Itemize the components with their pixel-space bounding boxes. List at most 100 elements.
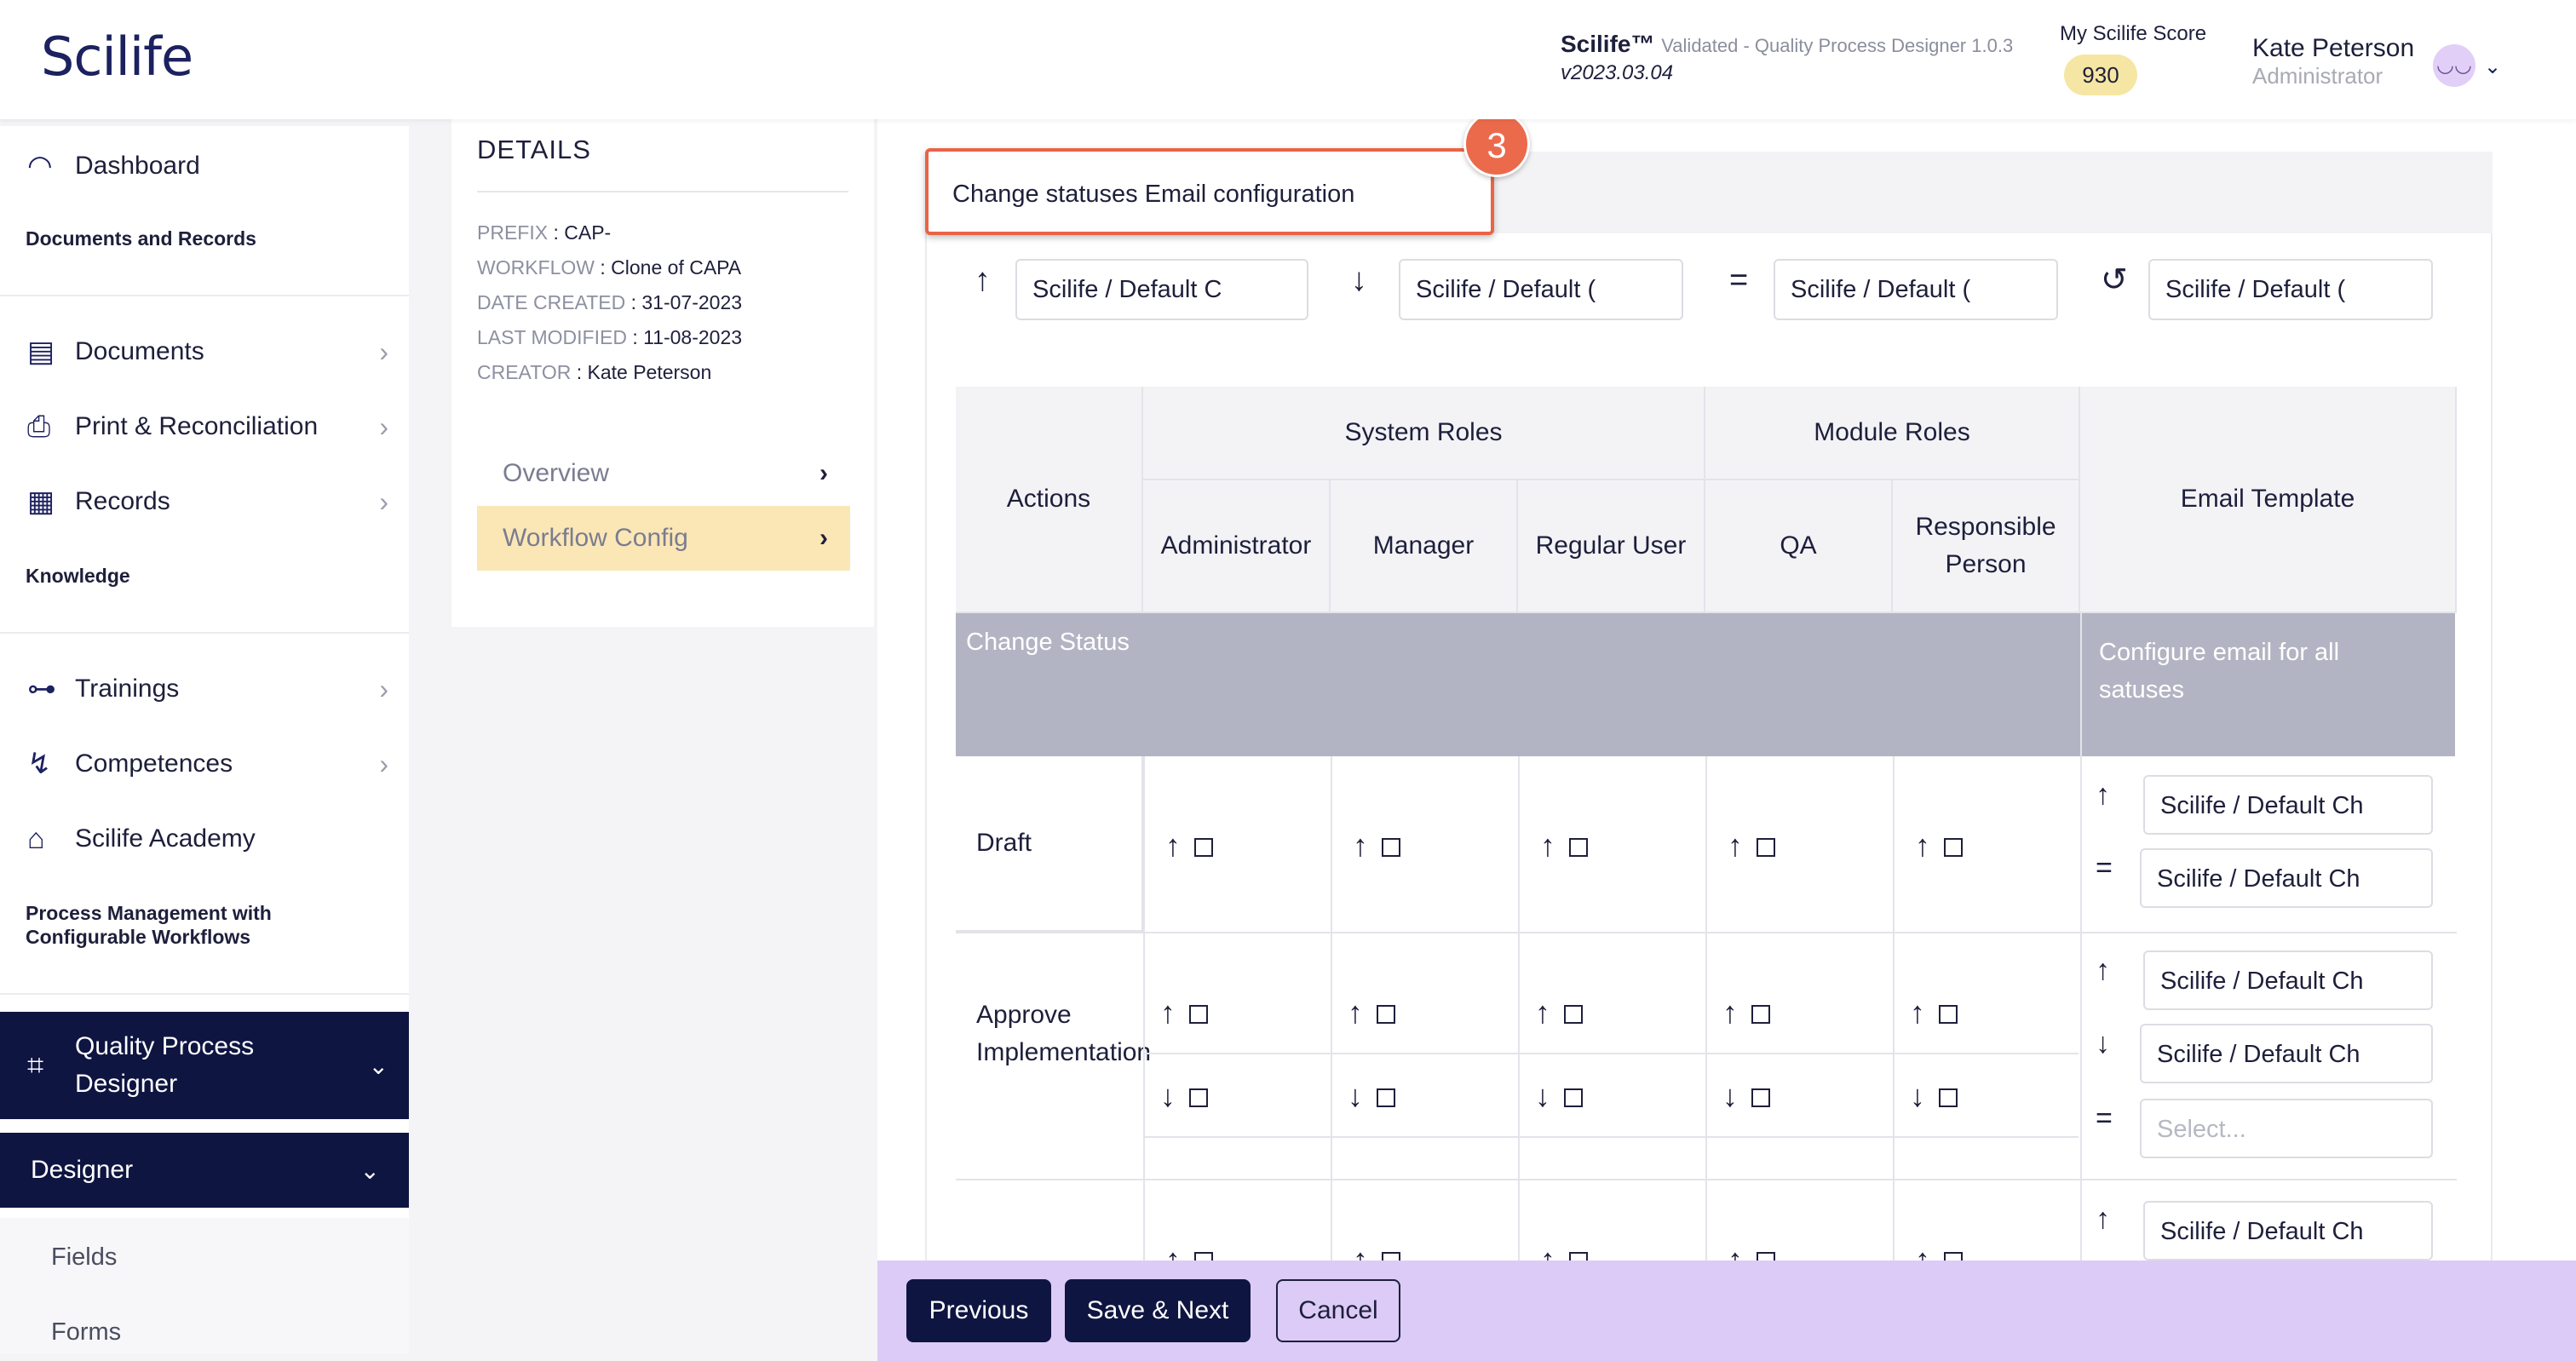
sidebar-item-trainings[interactable]: ⊶ Trainings › bbox=[0, 659, 409, 719]
sidebar-item-designer[interactable]: Designer ⌄ bbox=[0, 1133, 409, 1208]
row-template-select-up[interactable]: Scilife / Default Ch bbox=[2143, 775, 2433, 835]
chevron-right-icon: › bbox=[379, 411, 388, 442]
score-badge: 930 bbox=[2064, 55, 2137, 95]
arrow-up-icon: ↑ bbox=[1348, 995, 1363, 1030]
sidebar-item-label: Competences bbox=[75, 749, 233, 778]
save-next-button[interactable]: Save & Next bbox=[1065, 1279, 1251, 1342]
checkbox[interactable] bbox=[1751, 1005, 1770, 1025]
checkbox[interactable] bbox=[1564, 1088, 1583, 1108]
sidebar-subitem-forms[interactable]: Forms bbox=[51, 1318, 121, 1347]
checkbox[interactable] bbox=[1564, 1005, 1583, 1025]
permission-administrator[interactable]: ↑ bbox=[1165, 828, 1213, 864]
sidebar-item-competences[interactable]: ↯ Competences › bbox=[0, 734, 409, 794]
permission-qa[interactable]: ↑ bbox=[1728, 828, 1775, 864]
previous-button[interactable]: Previous bbox=[906, 1279, 1051, 1342]
permission-manager-up[interactable]: ↑ bbox=[1348, 995, 1395, 1031]
checkbox[interactable] bbox=[1189, 1088, 1208, 1108]
cancel-button[interactable]: Cancel bbox=[1276, 1279, 1400, 1342]
records-icon: ▦ bbox=[27, 485, 55, 518]
meta-value: : 11-08-2023 bbox=[632, 326, 743, 348]
permission-regular-user-up[interactable]: ↑ bbox=[1535, 995, 1583, 1031]
checkbox[interactable] bbox=[1757, 838, 1775, 858]
sidebar-item-records[interactable]: ▦ Records › bbox=[0, 472, 409, 531]
arrow-down-icon: ↓ bbox=[1910, 1078, 1925, 1113]
permission-manager[interactable]: ↑ bbox=[1353, 828, 1400, 864]
arrow-up-icon: ↑ bbox=[1728, 828, 1743, 863]
row-template-select-equal[interactable]: Select... bbox=[2140, 1099, 2433, 1158]
arrow-down-icon: ↓ bbox=[1348, 1078, 1363, 1113]
sidebar-item-quality-process-designer[interactable]: ⌗ Quality Process Designer ⌄ bbox=[0, 1012, 409, 1119]
header-actions: Actions bbox=[956, 387, 1143, 613]
permission-qa-up[interactable]: ↑ bbox=[1722, 995, 1770, 1031]
sidebar-item-print[interactable]: ⎙ Print & Reconciliation › bbox=[0, 397, 409, 457]
meta-key: LAST MODIFIED bbox=[477, 326, 627, 348]
permission-qa-down[interactable]: ↓ bbox=[1722, 1078, 1770, 1114]
meta-value: : Clone of CAPA bbox=[600, 256, 742, 279]
avatar[interactable]: ◡◡ bbox=[2433, 44, 2475, 87]
arrow-up-icon: ↑ bbox=[1540, 828, 1555, 863]
permission-manager-down[interactable]: ↓ bbox=[1348, 1078, 1395, 1114]
permission-responsible-person-up[interactable]: ↑ bbox=[1910, 995, 1958, 1031]
checkbox[interactable] bbox=[1377, 1088, 1395, 1108]
tab-label: Overview bbox=[503, 459, 610, 487]
chevron-down-icon[interactable]: ⌄ bbox=[2484, 55, 2501, 79]
permission-administrator-up[interactable]: ↑ bbox=[1160, 995, 1208, 1031]
sidebar-item-academy[interactable]: ⌂ Scilife Academy bbox=[0, 809, 409, 869]
header-role-administrator: Administrator bbox=[1143, 480, 1331, 613]
checkbox[interactable] bbox=[1382, 838, 1400, 858]
arrow-up-icon: ↑ bbox=[1165, 828, 1181, 863]
arrow-down-icon: ↓ bbox=[1535, 1078, 1550, 1113]
chevron-right-icon: › bbox=[819, 524, 828, 552]
template-select-history[interactable]: Scilife / Default ( bbox=[2148, 259, 2433, 320]
configure-all-label: Configure email for all satuses bbox=[2099, 639, 2340, 703]
scilife-logo[interactable]: Scilife bbox=[41, 26, 193, 88]
sidebar-item-dashboard[interactable]: ◠ Dashboard bbox=[0, 136, 409, 196]
column-divider bbox=[1893, 756, 1895, 1261]
template-select-equal[interactable]: Scilife / Default ( bbox=[1774, 259, 2058, 320]
checkbox[interactable] bbox=[1194, 838, 1213, 858]
template-select-down[interactable]: Scilife / Default ( bbox=[1399, 259, 1683, 320]
equals-icon: = bbox=[2096, 1102, 2113, 1134]
permission-responsible-person-down[interactable]: ↓ bbox=[1910, 1078, 1958, 1114]
row-inner-divider bbox=[1145, 1053, 2079, 1054]
sidebar-item-label: Documents bbox=[75, 337, 204, 365]
permission-regular-user[interactable]: ↑ bbox=[1540, 828, 1588, 864]
chevron-down-icon: ⌄ bbox=[359, 1157, 380, 1184]
row-template-select-up[interactable]: Scilife / Default Ch bbox=[2143, 1201, 2433, 1261]
meta-key: CREATOR bbox=[477, 361, 572, 383]
chevron-right-icon: › bbox=[379, 485, 388, 517]
permission-administrator-down[interactable]: ↓ bbox=[1160, 1078, 1208, 1114]
column-divider bbox=[1705, 756, 1707, 1261]
row-template-select-down[interactable]: Scilife / Default Ch bbox=[2140, 1024, 2433, 1083]
tab-overview[interactable]: Overview › bbox=[477, 441, 850, 506]
meta-key: DATE CREATED bbox=[477, 291, 626, 313]
checkbox[interactable] bbox=[1569, 838, 1588, 858]
checkbox[interactable] bbox=[1939, 1005, 1958, 1025]
template-select-up[interactable]: Scilife / Default C bbox=[1015, 259, 1308, 320]
row-template-select-equal[interactable]: Scilife / Default Ch bbox=[2140, 848, 2433, 908]
checkbox[interactable] bbox=[1377, 1005, 1395, 1025]
sidebar-item-documents[interactable]: ▤ Documents › bbox=[0, 322, 409, 382]
tab-workflow-config[interactable]: Workflow Config › bbox=[477, 506, 850, 571]
document-icon: ▤ bbox=[27, 336, 55, 368]
arrow-up-icon: ↑ bbox=[1910, 995, 1925, 1030]
divider bbox=[0, 295, 409, 296]
equals-icon: = bbox=[1729, 262, 1749, 298]
checkbox[interactable] bbox=[1189, 1005, 1208, 1025]
product-name: Scilife™ bbox=[1561, 31, 1655, 57]
checkbox[interactable] bbox=[1944, 838, 1963, 858]
arrow-up-icon: ↑ bbox=[1722, 995, 1738, 1030]
gauge-icon: ◠ bbox=[27, 150, 53, 182]
row-template-select-up[interactable]: Scilife / Default Ch bbox=[2143, 950, 2433, 1010]
user-info[interactable]: Kate Peterson Administrator bbox=[2252, 34, 2414, 89]
permission-responsible-person[interactable]: ↑ bbox=[1915, 828, 1963, 864]
checkbox[interactable] bbox=[1751, 1088, 1770, 1108]
arrow-down-icon: ↓ bbox=[2096, 1027, 2110, 1060]
checkbox[interactable] bbox=[1939, 1088, 1958, 1108]
arrow-up-icon: ↑ bbox=[2096, 954, 2110, 986]
permission-regular-user-down[interactable]: ↓ bbox=[1535, 1078, 1583, 1114]
section-documents-records: Documents and Records bbox=[26, 227, 256, 250]
highlighted-section-title: Change statuses Email configuration bbox=[925, 148, 1494, 235]
row-inner-divider bbox=[1145, 1136, 2079, 1138]
sidebar-subitem-fields[interactable]: Fields bbox=[51, 1243, 117, 1272]
